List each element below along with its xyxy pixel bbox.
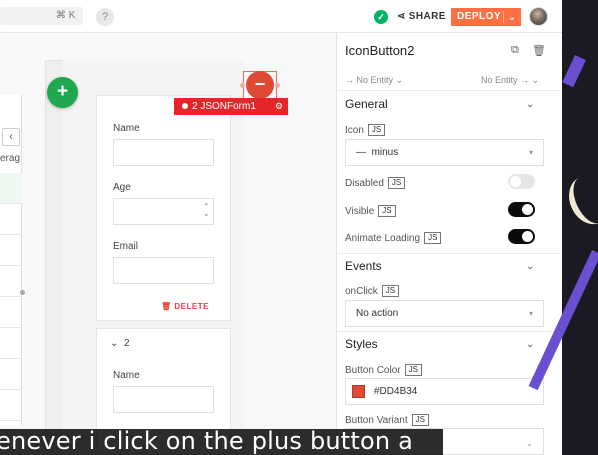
name-label-2: Name	[113, 370, 140, 381]
name-input[interactable]	[113, 139, 214, 166]
trash-icon[interactable]: 🗑	[532, 44, 546, 57]
color-swatch[interactable]	[352, 385, 365, 398]
section-general[interactable]: General	[345, 97, 388, 111]
js-toggle[interactable]: JS	[378, 205, 396, 217]
section-events[interactable]: Events	[345, 259, 382, 273]
delete-label: DELETE	[174, 302, 209, 311]
widget-tag-label: 2 JSONForm1	[192, 101, 256, 112]
delete-button[interactable]: 🗑 DELETE	[161, 302, 209, 311]
widget-name[interactable]: IconButton2	[345, 43, 414, 58]
entity-selector-to[interactable]: No Entity → ⌄	[481, 75, 539, 86]
deploy-label: DEPLOY	[457, 11, 502, 22]
array-item-header[interactable]: ⌄ 2	[110, 338, 130, 349]
js-toggle[interactable]: JS	[404, 364, 422, 376]
age-input[interactable]	[113, 198, 214, 225]
settings-icon[interactable]: ⚙	[275, 98, 283, 115]
js-toggle[interactable]: JS	[381, 285, 400, 297]
number-stepper-icon[interactable]: ⌃ ⌄	[203, 203, 210, 218]
entity-selector-from[interactable]: → No Entity ⌄	[345, 75, 403, 86]
top-bar: ⌘ K ? ✓ ⋖ SHARE DEPLOY ⌄	[0, 0, 562, 33]
caret-down-icon: ⌄	[526, 439, 533, 448]
disabled-toggle[interactable]	[508, 174, 535, 189]
js-toggle[interactable]: JS	[387, 177, 406, 189]
chevron-down-icon[interactable]: ⌄	[526, 99, 534, 110]
video-caption: enever i click on the plus button a	[0, 427, 443, 455]
share-button[interactable]: ⋖ SHARE	[397, 11, 446, 22]
age-label: Age	[113, 182, 131, 193]
js-toggle[interactable]: JS	[424, 232, 442, 244]
deploy-button[interactable]: DEPLOY ⌄	[451, 8, 521, 26]
onclick-label: onClick JS	[345, 285, 400, 297]
onclick-select[interactable]: No action ▾	[345, 300, 544, 327]
check-icon: ✓	[374, 10, 388, 24]
resize-handle[interactable]	[240, 83, 245, 88]
visible-toggle[interactable]	[508, 202, 535, 217]
button-color-value: #DD4B34	[374, 386, 418, 397]
copy-icon[interactable]: ⧉	[511, 44, 519, 57]
chevron-down-icon[interactable]: ⌄	[526, 261, 534, 272]
item-index: 2	[123, 338, 130, 349]
minus-icon: —	[356, 147, 366, 158]
section-styles[interactable]: Styles	[345, 337, 378, 351]
email-label: Email	[113, 241, 139, 252]
js-toggle[interactable]: JS	[411, 414, 429, 426]
search-shortcut: ⌘ K	[56, 10, 76, 21]
js-toggle[interactable]: JS	[367, 124, 386, 136]
icon-select[interactable]: — minus ▾	[345, 139, 544, 166]
caret-down-icon: ▾	[528, 148, 533, 157]
icon-label: Icon JS	[345, 124, 386, 136]
email-input[interactable]	[113, 257, 214, 284]
name-label: Name	[113, 123, 140, 134]
resize-handle[interactable]	[20, 290, 25, 295]
disabled-label: Disabled JS	[345, 177, 406, 189]
caret-down-icon: ▾	[528, 309, 533, 318]
table-cell: erag	[0, 153, 21, 164]
add-item-button[interactable]: +	[47, 77, 78, 108]
chevron-down-icon[interactable]: ⌄	[508, 8, 516, 26]
button-variant-label: Button Variant JS	[345, 414, 429, 426]
help-icon[interactable]: ?	[96, 8, 114, 26]
avatar[interactable]	[529, 7, 548, 26]
remove-item-button[interactable]: −	[246, 71, 274, 99]
animate-loading-label: Animate Loading JS	[345, 232, 442, 244]
chevron-down-icon: ⌄	[110, 338, 119, 349]
share-label: SHARE	[408, 11, 446, 22]
widget-name-tag[interactable]: 2 JSONForm1 ⚙	[174, 98, 288, 115]
button-color-input[interactable]: #DD4B34	[345, 378, 544, 405]
button-color-label: Button Color JS	[345, 364, 422, 376]
onclick-value: No action	[356, 308, 399, 319]
visible-label: Visible JS	[345, 205, 396, 217]
resize-handle[interactable]	[275, 83, 280, 88]
animate-loading-toggle[interactable]	[508, 229, 535, 244]
chevron-left-icon[interactable]: ‹	[2, 128, 20, 146]
caption-text: enever i click on the plus button a	[0, 427, 414, 455]
chevron-down-icon[interactable]: ⌄	[526, 339, 534, 350]
name-input-2[interactable]	[113, 386, 214, 413]
share-icon: ⋖	[397, 11, 406, 22]
trash-icon: 🗑	[161, 302, 172, 311]
icon-value: minus	[371, 147, 399, 158]
